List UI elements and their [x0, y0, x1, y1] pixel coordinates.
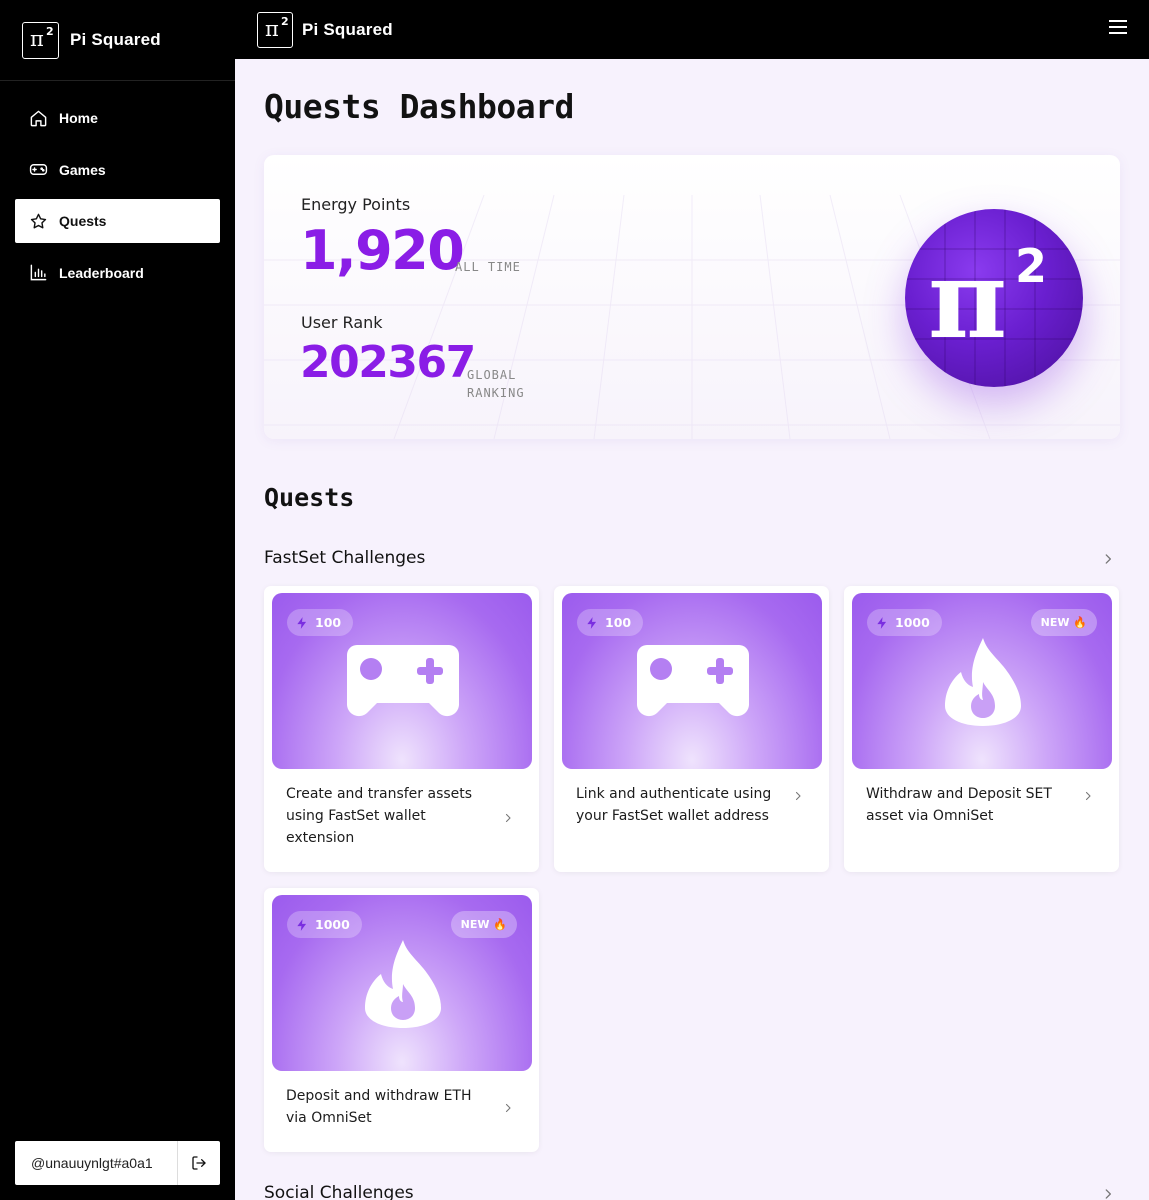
stats-card: Energy Points 1,920 ALL TIME User Rank 2…: [264, 155, 1120, 439]
logo-superscript: 2: [46, 24, 54, 38]
home-icon: [30, 110, 47, 126]
points-badge: 100: [577, 609, 644, 636]
points-badge: 1000: [867, 609, 942, 636]
gamepad-icon: [347, 645, 459, 717]
user-rank-label: User Rank: [301, 313, 383, 332]
points-value: 1000: [895, 615, 930, 630]
chevron-right-icon[interactable]: [1101, 1187, 1115, 1200]
quest-image: 100: [272, 593, 532, 769]
quest-image: 100: [562, 593, 822, 769]
chevron-right-icon[interactable]: [1082, 790, 1094, 802]
quest-image: 1000 NEW 🔥: [272, 895, 532, 1071]
user-rank-value: 202367: [300, 337, 476, 388]
new-badge: NEW 🔥: [450, 911, 517, 938]
logo-pi-symbol: π: [265, 16, 279, 41]
energy-points-value: 1,920: [300, 219, 465, 282]
pi-squared-emblem: π 2: [905, 209, 1083, 387]
sidebar-item-label: Quests: [59, 213, 107, 229]
brand-name: Pi Squared: [302, 19, 393, 39]
quest-description: Link and authenticate using your FastSet…: [576, 786, 772, 824]
points-badge: 1000: [287, 911, 362, 938]
group-title-fastset[interactable]: FastSet Challenges: [264, 548, 425, 568]
sidebar: π 2 Pi Squared Home Games Quests Leaderb…: [0, 0, 235, 1200]
flame-icon: [945, 638, 1021, 726]
gamepad-icon: [29, 164, 48, 175]
lightning-icon: [877, 616, 887, 629]
bar-chart-icon: [30, 264, 47, 281]
chevron-right-icon[interactable]: [792, 790, 804, 802]
brand-logo: π 2: [22, 21, 59, 59]
sidebar-item-games[interactable]: Games: [15, 148, 220, 192]
chevron-right-icon[interactable]: [502, 812, 514, 824]
brand-name: Pi Squared: [70, 30, 161, 49]
sidebar-item-label: Leaderboard: [59, 264, 144, 281]
sidebar-nav: Home Games Quests Leaderboard: [0, 81, 235, 295]
group-title-social[interactable]: Social Challenges: [264, 1183, 414, 1200]
points-value: 1000: [315, 917, 350, 932]
sidebar-item-leaderboard[interactable]: Leaderboard: [15, 251, 220, 295]
quest-description: Create and transfer assets using FastSet…: [286, 786, 473, 846]
top-bar: π 2 Pi Squared: [235, 0, 1149, 59]
logo-superscript: 2: [281, 14, 289, 28]
logo-pi-symbol: π: [30, 26, 44, 51]
energy-points-label: Energy Points: [301, 195, 411, 214]
sidebar-item-label: Home: [59, 110, 98, 126]
sidebar-item-label: Games: [59, 161, 106, 178]
logout-icon: [192, 1156, 206, 1170]
quest-card[interactable]: 100 Link and authenticate using your Fas…: [554, 586, 829, 872]
lightning-icon: [297, 616, 307, 629]
new-badge: NEW 🔥: [1030, 609, 1097, 636]
sidebar-item-home[interactable]: Home: [15, 96, 220, 140]
points-value: 100: [315, 615, 342, 630]
points-badge: 100: [287, 609, 354, 636]
sidebar-brand[interactable]: π 2 Pi Squared: [0, 0, 235, 81]
emblem-pi-symbol: π: [928, 237, 1008, 363]
chevron-right-icon[interactable]: [1101, 552, 1115, 566]
user-account-bar: @unauuynlgt#a0a1: [15, 1141, 220, 1185]
quest-card[interactable]: 1000 NEW 🔥 Withdraw and Deposit SET asse…: [844, 586, 1119, 872]
page-title: Quests Dashboard: [264, 87, 574, 126]
gamepad-icon: [637, 645, 749, 717]
lightning-icon: [587, 616, 597, 629]
logout-button[interactable]: [178, 1141, 220, 1185]
quest-card[interactable]: 100 Create and transfer assets using Fas…: [264, 586, 539, 872]
lightning-icon: [297, 918, 307, 931]
user-rank-sub-line1: GLOBAL: [467, 368, 517, 382]
brand-logo[interactable]: π 2: [257, 11, 293, 48]
emblem-superscript: 2: [1015, 239, 1048, 293]
quest-description: Deposit and withdraw ETH via OmniSet: [286, 1088, 472, 1126]
username[interactable]: @unauuynlgt#a0a1: [15, 1141, 178, 1185]
hamburger-menu-icon[interactable]: [1109, 20, 1127, 36]
sidebar-item-quests[interactable]: Quests: [15, 199, 220, 243]
user-rank-sub-line2: RANKING: [467, 386, 525, 400]
chevron-right-icon[interactable]: [502, 1102, 514, 1114]
quests-section-title: Quests: [264, 483, 355, 512]
flame-icon: [365, 940, 441, 1028]
points-value: 100: [605, 615, 632, 630]
user-rank-sub: GLOBAL RANKING: [467, 366, 525, 402]
quest-image: 1000 NEW 🔥: [852, 593, 1112, 769]
quest-card[interactable]: 1000 NEW 🔥 Deposit and withdraw ETH via …: [264, 888, 539, 1152]
star-icon: [30, 213, 47, 228]
main-content: Quests Dashboard Energy Points 1,920 ALL…: [235, 59, 1149, 1200]
energy-points-sub: ALL TIME: [455, 260, 521, 274]
quest-description: Withdraw and Deposit SET asset via OmniS…: [866, 786, 1052, 824]
